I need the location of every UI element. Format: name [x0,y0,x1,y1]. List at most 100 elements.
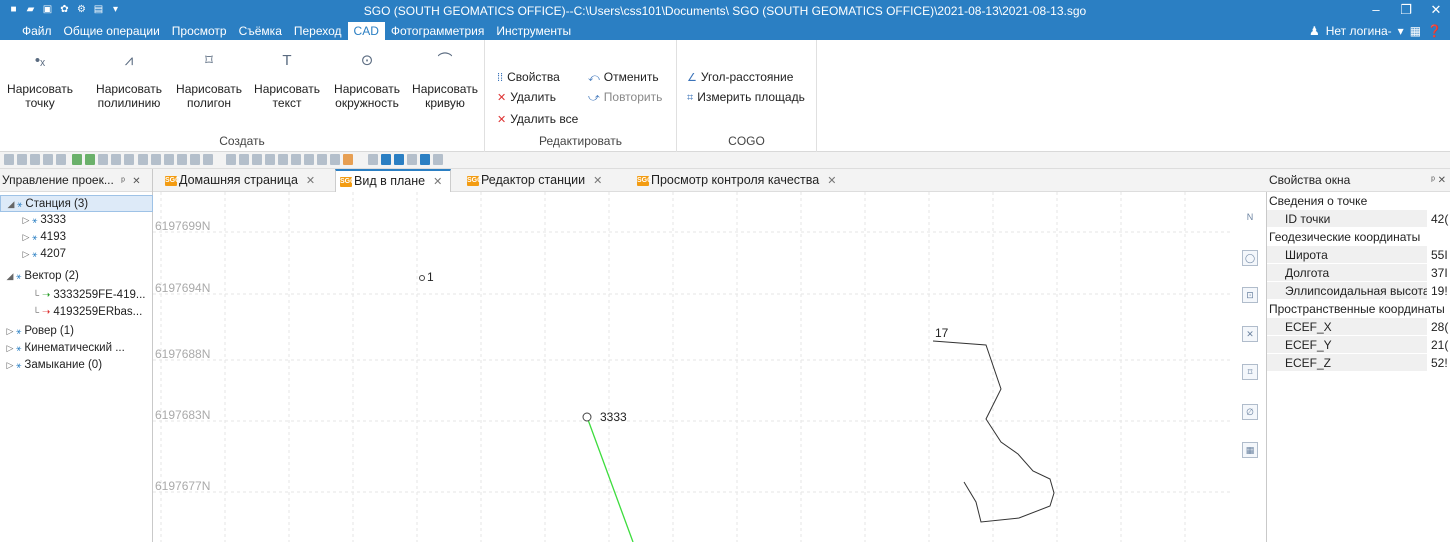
tree-item[interactable]: ▷ ⚹ 3333 [0,212,153,229]
save-as-icon[interactable] [43,154,53,165]
info-toggle-icon[interactable] [394,154,404,165]
property-row[interactable]: ECEF_Z 52! [1267,354,1450,372]
property-row[interactable]: Эллипсоидальная высота 19! [1267,282,1450,300]
point-marker[interactable] [419,275,425,281]
minimize-icon[interactable]: – [1368,2,1384,18]
menu-item-6[interactable]: Фотограмметрия [385,22,490,40]
tree-item[interactable]: ▷ ⚹ Кинематический ... [0,340,153,357]
link-tool-icon[interactable]: ∅ [1242,404,1258,420]
layer-1-icon[interactable] [138,154,148,165]
grid-toggle-icon[interactable] [368,154,378,165]
delete-all-button[interactable]: ✕ Удалить все [497,110,578,128]
menu-item-0[interactable]: Файл [16,22,58,40]
table-tool-icon[interactable]: ▦ [1242,442,1258,458]
tab-1[interactable]: SGOВид в плане ✕ [335,169,452,192]
close-tab-icon[interactable]: ✕ [433,176,442,188]
tab-2[interactable]: SGOРедактор станции ✕ [467,169,602,192]
layer-3-icon[interactable] [164,154,174,165]
collapsed-arrow-icon[interactable]: ▷ [4,340,16,357]
adjust-icon[interactable] [98,154,108,165]
menu-item-2[interactable]: Просмотр [166,22,233,40]
property-row[interactable]: ECEF_Y 21( [1267,336,1450,354]
tab-3[interactable]: SGOПросмотр контроля качества ✕ [637,169,836,192]
draw-polygon-button[interactable]: ⌑ Нарисовать полигон [172,46,246,110]
properties-button[interactable]: ⁞⁞ Свойства [497,68,560,86]
collapsed-arrow-icon[interactable]: ▷ [20,229,32,246]
tree-item[interactable]: ▷ ⚹ Ровер (1) [0,323,153,340]
close-panel-icon[interactable]: ✕ [132,176,140,187]
measure-area-button[interactable]: ⌗ Измерить площадь [687,88,805,106]
layer-2-icon[interactable] [151,154,161,165]
draw-circle-button[interactable]: ⊙ Нарисовать окружность [328,46,406,110]
dropdown-icon[interactable]: ▾ [1398,24,1404,38]
zoom-extent-icon[interactable] [226,154,236,165]
new-icon[interactable] [4,154,14,165]
zoom-center-tool-icon[interactable]: ✕ [1242,326,1258,342]
select-frame-tool-icon[interactable]: ⌑ [1242,364,1258,380]
property-row[interactable]: ID точки 42( [1267,210,1450,228]
station-marker[interactable] [582,412,592,422]
close-tab-icon[interactable]: ✕ [827,175,836,187]
layer-4-icon[interactable] [177,154,187,165]
close-tab-icon[interactable]: ✕ [306,175,315,187]
plan-view-canvas[interactable]: 6197699N 6197694N 6197688N 6197683N 6197677N… [153,192,1233,542]
pan-icon[interactable] [278,154,288,165]
user-login-menu[interactable]: Нет логина- [1326,24,1392,38]
tree-item[interactable]: └ ➝ 4193259ERbas... [0,304,153,321]
property-row[interactable]: Долгота 37I [1267,264,1450,282]
save-icon[interactable] [30,154,40,165]
grid-icon[interactable]: ▦ [1410,24,1421,38]
menu-item-7[interactable]: Инструменты [490,22,577,40]
menu-item-1[interactable]: Общие операции [58,22,166,40]
pin-icon[interactable]: ᵖ [121,176,125,187]
draw-text-button[interactable]: T Нарисовать текст [250,46,324,110]
select-icon[interactable] [291,154,301,165]
draw-curve-button[interactable]: ⌒ Нарисовать кривую [408,46,482,110]
process-icon[interactable] [85,154,95,165]
expanded-arrow-icon[interactable]: ◢ [5,196,17,211]
draw-polyline-button[interactable]: ⩘ Нарисовать полилинию [92,46,166,110]
expanded-arrow-icon[interactable]: ◢ [4,268,16,285]
zoom-out-icon[interactable] [252,154,262,165]
tree-item[interactable]: ▷ ⚹ 4207 [0,246,153,263]
close-icon[interactable]: ✕ [1428,2,1444,18]
plan-view-svg[interactable]: 6197699N 6197694N 6197688N 6197683N 6197677N… [153,192,1233,542]
zoom-extent-tool-icon[interactable]: ◯ [1242,250,1258,266]
property-row[interactable]: Широта 55I [1267,246,1450,264]
property-row[interactable]: ECEF_X 28( [1267,318,1450,336]
tab-0[interactable]: SGOДомашняя страница ✕ [165,169,315,192]
gnss-vector-line[interactable] [586,416,634,542]
minus-icon[interactable] [407,154,417,165]
help-icon[interactable]: ❓ [1427,24,1442,38]
zoom-window-tool-icon[interactable]: ⊡ [1242,287,1258,303]
point-toggle-icon[interactable] [420,154,430,165]
layer-6-icon[interactable] [203,154,213,165]
filter-icon[interactable] [343,154,353,165]
pin-icon[interactable]: ᵖ ✕ [1431,169,1446,191]
vector-icon[interactable] [124,154,134,165]
draw-point-button[interactable]: •ₓ Нарисовать точку [4,46,76,110]
rotate-icon[interactable] [304,154,314,165]
open-icon[interactable] [17,154,27,165]
collapsed-arrow-icon[interactable]: ▷ [4,323,16,340]
angle-distance-button[interactable]: ∠ Угол-расстояние [687,68,793,86]
tree-item[interactable]: ◢ ⚹ Вектор (2) [0,268,153,285]
zoom-in-icon[interactable] [239,154,249,165]
maximize-icon[interactable]: ❐ [1398,2,1414,18]
tree-item[interactable]: ▷ ⚹ 4193 [0,229,153,246]
measure-icon[interactable] [330,154,340,165]
collapsed-arrow-icon[interactable]: ▷ [4,357,16,374]
report-icon[interactable] [111,154,121,165]
import-icon[interactable] [72,154,82,165]
menu-item-5[interactable]: CAD [347,22,385,40]
tree-item[interactable]: ▷ ⚹ Замыкание (0) [0,357,153,374]
collapsed-arrow-icon[interactable]: ▷ [20,212,32,229]
redo-button[interactable]: ⤻ Повторить [588,88,662,106]
map-icon[interactable] [433,154,443,165]
tree-item[interactable]: └ ➝ 3333259FE-419... [0,287,153,304]
plan-view-toggle-icon[interactable] [381,154,391,165]
export-icon[interactable] [56,154,66,165]
refresh-icon[interactable] [317,154,327,165]
collapsed-arrow-icon[interactable]: ▷ [20,246,32,263]
menu-item-3[interactable]: Съёмка [233,22,288,40]
